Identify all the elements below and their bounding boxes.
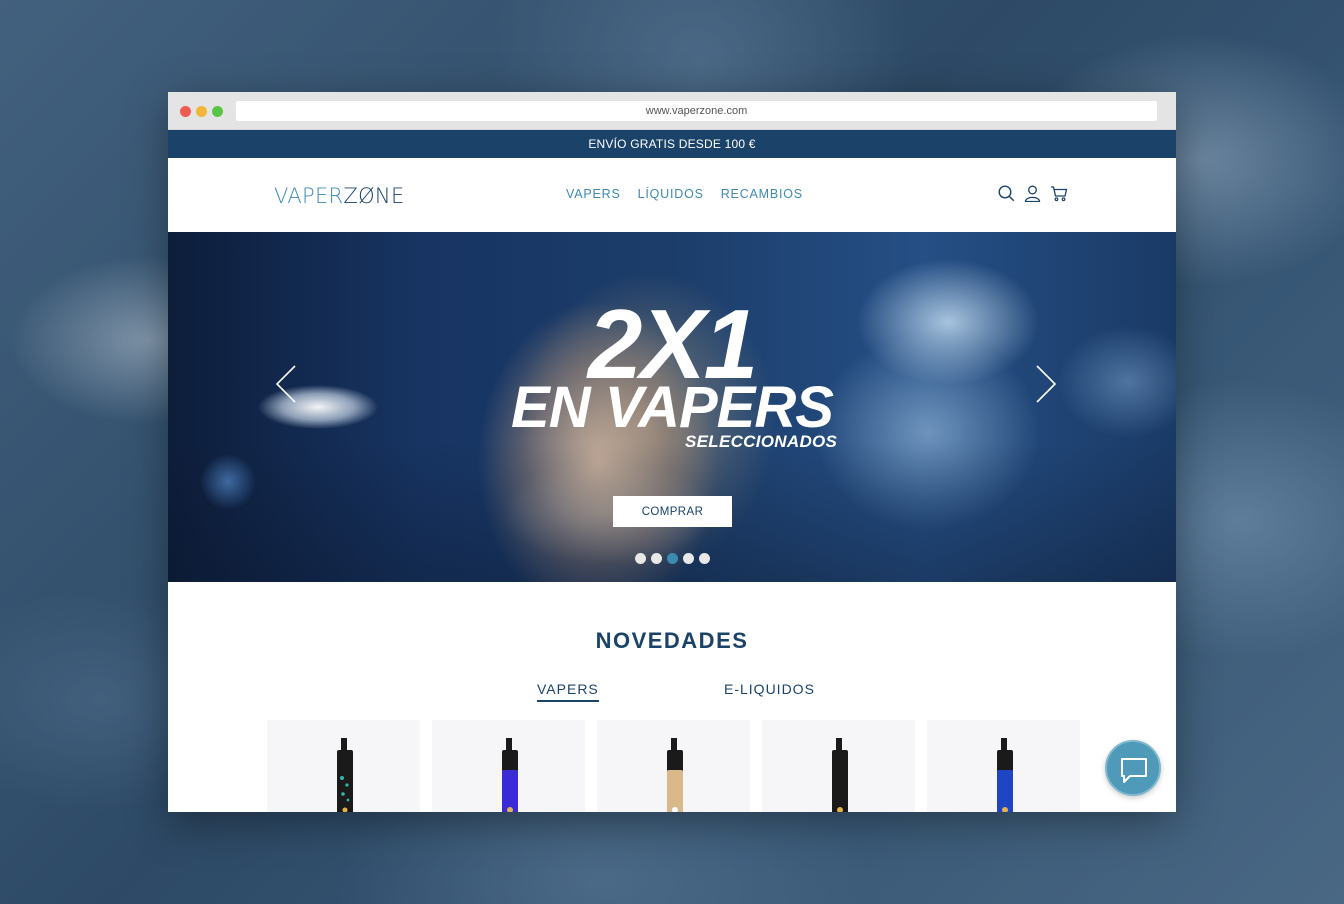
nav-item-recambios[interactable]: RECAMBIOS [721,187,803,201]
hero-small-text: SELECCIONADOS [685,432,838,451]
site-logo[interactable]: VAPERZØNE [274,184,405,208]
product-card[interactable] [927,720,1080,812]
close-window-button[interactable] [180,106,191,117]
search-icon[interactable] [998,185,1015,202]
product-card[interactable] [597,720,750,812]
chevron-right-icon[interactable] [1034,364,1058,404]
slider-dots [635,553,710,564]
slider-dot-1[interactable] [635,553,646,564]
vape-device-image [502,738,518,812]
browser-window: www.vaperzone.com ENVÍO GRATIS DESDE 100… [168,92,1176,812]
product-grid [267,720,1080,812]
maximize-window-button[interactable] [212,106,223,117]
slider-dot-4[interactable] [683,553,694,564]
logo-part-vaper: VAPER [274,184,344,208]
chat-bubble-icon [1121,758,1147,783]
vape-device-image [997,738,1013,812]
logo-part-zone: ZØNE [343,184,405,208]
header-icons [998,185,1068,202]
nav-item-liquidos[interactable]: LÍQUIDOS [638,187,704,201]
slider-dot-2[interactable] [651,553,662,564]
hero-subheadline: EN VAPERS [511,375,834,440]
section-title: NOVEDADES [595,628,749,653]
chat-button[interactable] [1105,740,1161,796]
main-nav: VAPERS LÍQUIDOS RECAMBIOS [566,187,803,201]
product-tabs: VAPERS E-LIQUIDOS [537,681,837,705]
buy-button[interactable]: COMPRAR [613,496,732,527]
hero-slider: 2X1 EN VAPERS SELECCIONADOS COMPRAR [168,232,1176,582]
nav-item-vapers[interactable]: VAPERS [566,187,621,201]
browser-chrome: www.vaperzone.com [168,92,1176,130]
product-card[interactable] [267,720,420,812]
vape-device-image [667,738,683,812]
promo-bar: ENVÍO GRATIS DESDE 100 € [168,130,1176,158]
cart-icon[interactable] [1050,185,1068,202]
vape-device-image [337,738,353,812]
tab-vapers[interactable]: VAPERS [537,681,599,702]
vape-device-image [832,738,848,812]
minimize-window-button[interactable] [196,106,207,117]
user-icon[interactable] [1024,185,1041,202]
product-card[interactable] [432,720,585,812]
url-bar[interactable]: www.vaperzone.com [236,101,1157,121]
product-card[interactable] [762,720,915,812]
chevron-left-icon[interactable] [274,364,298,404]
tab-e-liquidos[interactable]: E-LIQUIDOS [724,681,815,697]
slider-dot-3[interactable] [667,553,678,564]
slider-dot-5[interactable] [699,553,710,564]
site-header: VAPERZØNE VAPERS LÍQUIDOS RECAMBIOS [168,158,1176,232]
